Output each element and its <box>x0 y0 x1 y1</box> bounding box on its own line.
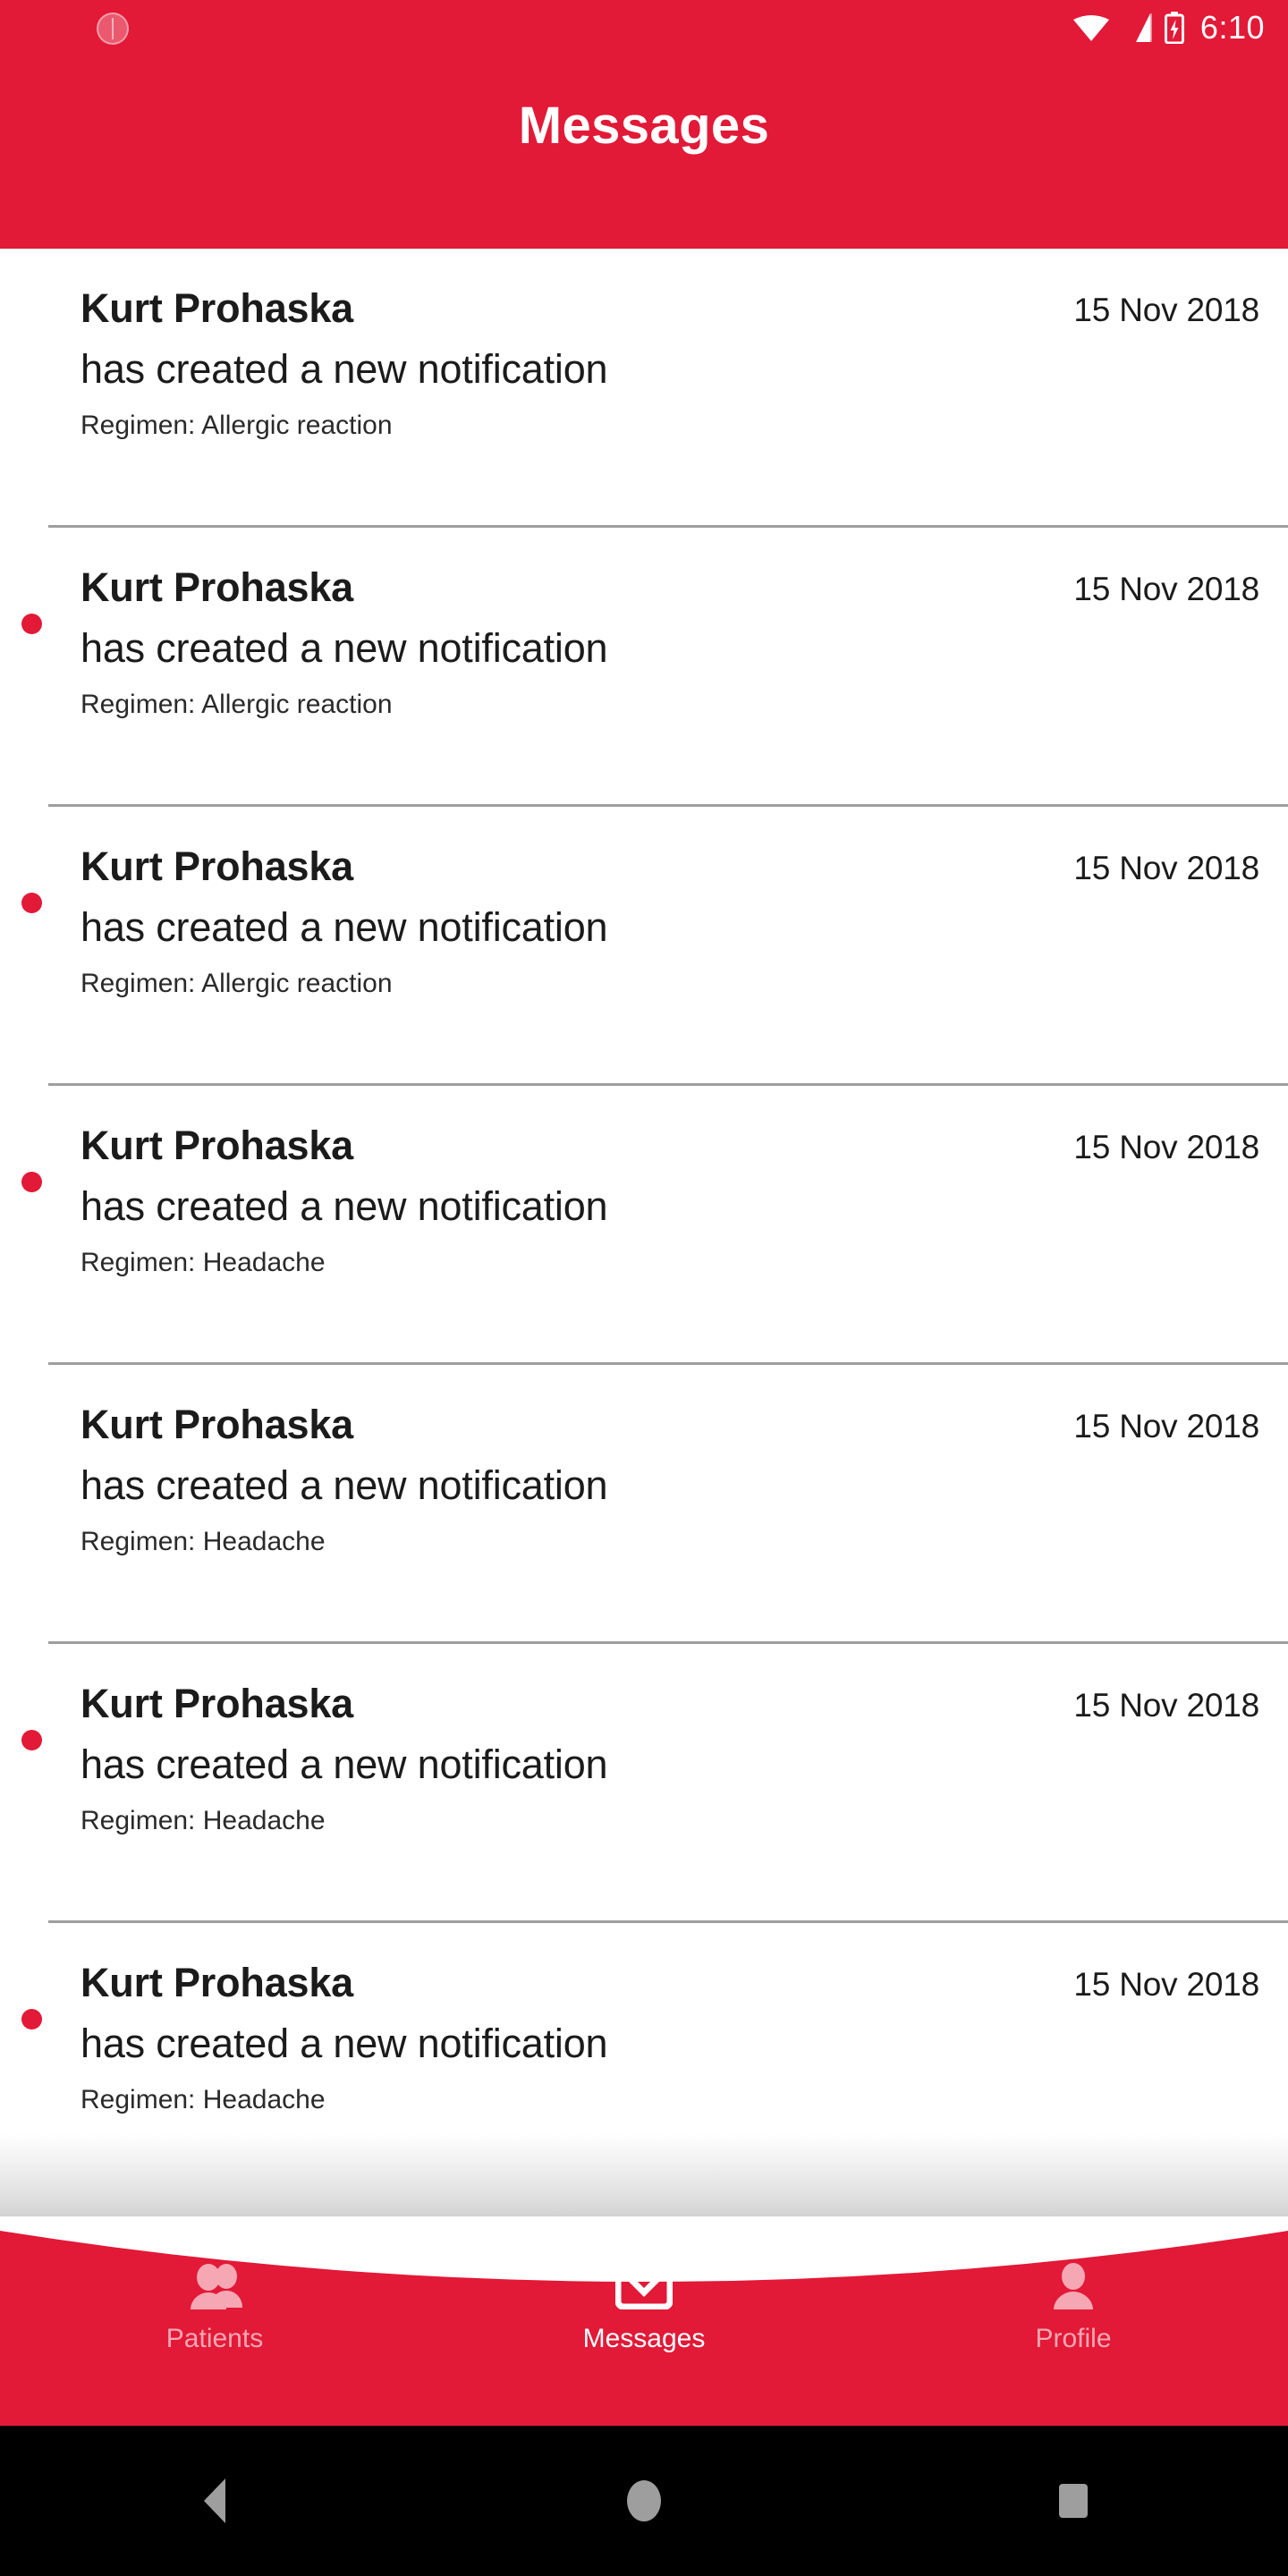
bottom-nav-item-patients[interactable]: Patients <box>0 2216 429 2426</box>
envelope-icon <box>615 2263 673 2309</box>
message-date: 15 Nov 2018 <box>1073 850 1259 886</box>
message-date: 15 Nov 2018 <box>1073 571 1259 607</box>
message-list-item[interactable]: Kurt Prohaska has created a new notificat… <box>0 807 1288 1086</box>
unread-indicator-dot <box>21 893 42 913</box>
message-date: 15 Nov 2018 <box>1073 1966 1259 2003</box>
message-list-item[interactable]: Kurt Prohaska has created a new notificat… <box>0 528 1288 807</box>
message-regimen: Regimen: Allergic reaction <box>80 969 393 998</box>
message-regimen: Regimen: Allergic reaction <box>80 411 393 440</box>
bottom-nav-item-profile[interactable]: Profile <box>859 2216 1288 2426</box>
wifi-icon <box>1072 15 1109 41</box>
message-regimen: Regimen: Headache <box>80 1527 326 1556</box>
bottom-nav-item-messages[interactable]: Messages <box>429 2216 859 2426</box>
message-regimen: Regimen: Allergic reaction <box>80 690 393 719</box>
back-triangle-icon <box>204 2479 225 2523</box>
system-recents-button[interactable] <box>859 2426 1288 2576</box>
message-action-text: has created a new notification <box>80 1183 608 1229</box>
bottom-nav-label: Messages <box>582 2324 706 2353</box>
message-date: 15 Nov 2018 <box>1073 1687 1259 1724</box>
message-action-text: has created a new notification <box>80 1462 608 1508</box>
status-bar-clock: 6:10 <box>1199 9 1265 46</box>
unread-indicator-dot <box>21 614 42 634</box>
message-action-text: has created a new notification <box>80 625 608 671</box>
message-action-text: has created a new notification <box>80 904 608 950</box>
status-bar-right-icons: 6:10 <box>1072 0 1265 55</box>
status-bar: 6:10 <box>0 0 1288 55</box>
recents-square-icon <box>1059 2484 1088 2518</box>
bottom-navigation-bar: Patients Messages Profile <box>0 2216 1288 2426</box>
person-icon <box>1054 2263 1093 2309</box>
page-title: Messages <box>518 97 770 155</box>
battery-charging-icon <box>1164 12 1184 44</box>
android-system-navigation-bar <box>0 2426 1288 2576</box>
bottom-nav-label: Patients <box>165 2324 264 2353</box>
cellular-signal-icon <box>1135 13 1152 42</box>
message-list-item[interactable]: Kurt Prohaska has created a new notificat… <box>0 1923 1288 2202</box>
message-date: 15 Nov 2018 <box>1073 1129 1259 1165</box>
message-list-item[interactable]: Kurt Prohaska has created a new notificat… <box>0 1086 1288 1365</box>
app-header-bar: 6:10 Messages <box>0 0 1288 249</box>
message-action-text: has created a new notification <box>80 346 608 392</box>
message-date: 15 Nov 2018 <box>1073 292 1259 328</box>
message-regimen: Regimen: Headache <box>80 1248 326 1277</box>
message-list-item[interactable]: Kurt Prohaska has created a new notificat… <box>0 249 1288 528</box>
sync-circle-icon <box>97 13 129 45</box>
unread-indicator-dot <box>21 1730 42 1750</box>
messages-list[interactable]: Kurt Prohaska has created a new notificat… <box>0 249 1288 2216</box>
message-list-item[interactable]: Kurt Prohaska has created a new notificat… <box>0 1365 1288 1644</box>
message-list-item[interactable]: Kurt Prohaska has created a new notificat… <box>0 1644 1288 1923</box>
app-screen: 6:10 Messages Kurt Prohaska has created a… <box>0 0 1288 2576</box>
system-home-button[interactable] <box>429 2426 859 2576</box>
home-circle-icon <box>627 2480 661 2521</box>
message-action-text: has created a new notification <box>80 1741 608 1787</box>
message-action-text: has created a new notification <box>80 2021 608 2066</box>
unread-indicator-dot <box>21 2009 42 2029</box>
message-regimen: Regimen: Headache <box>80 2085 326 2114</box>
unread-indicator-dot <box>21 1172 42 1192</box>
bottom-nav-label: Profile <box>1035 2324 1112 2353</box>
people-icon <box>191 2264 242 2309</box>
message-date: 15 Nov 2018 <box>1073 1408 1259 1445</box>
message-regimen: Regimen: Headache <box>80 1806 326 1835</box>
system-back-button[interactable] <box>0 2426 429 2576</box>
list-divider <box>48 2199 1288 2202</box>
